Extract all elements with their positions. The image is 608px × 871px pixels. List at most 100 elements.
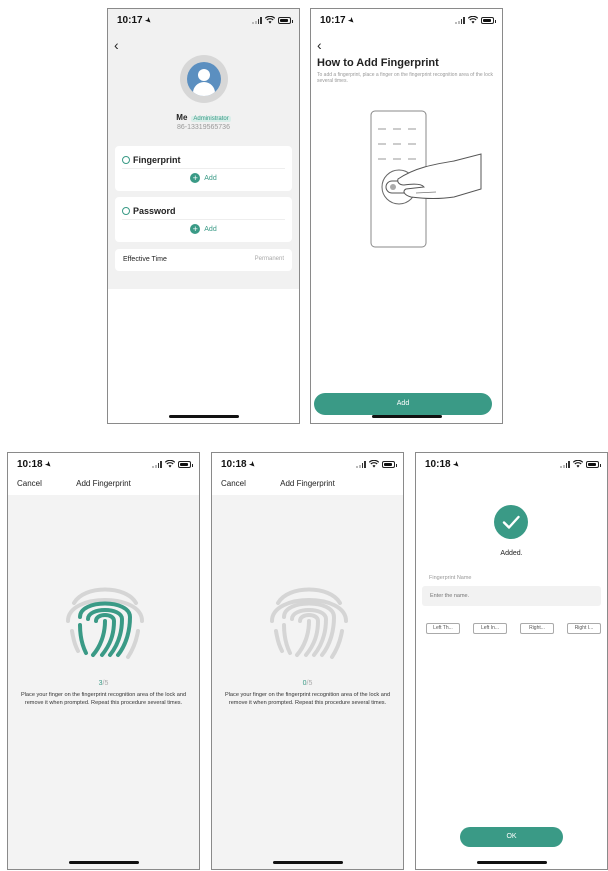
role-badge: Administrator [191,116,231,122]
plus-circle-icon: + [190,173,201,183]
status-time: 10:18➤ [425,458,462,471]
back-chevron-icon[interactable]: ‹ [114,37,119,53]
background-lower [108,289,299,423]
signal-icon [356,460,366,468]
screen-add-fingerprint-progress: 10:18➤ Cancel Add Fingerprint 3/5 Place … [7,452,200,870]
password-title-label: Password [133,206,176,216]
wifi-icon [468,16,478,24]
status-time: 10:18➤ [17,458,54,471]
signal-icon [152,460,162,468]
status-icons [356,460,397,468]
battery-icon [278,16,293,24]
instruction-text: To add a fingerprint, place a finger on … [317,72,493,84]
instruction-text: Place your finger on the fingerprint rec… [20,692,187,706]
effective-time-label: Effective Time [123,256,167,263]
nav-bar: Cancel Add Fingerprint [212,475,403,495]
chip-left-index[interactable]: Left In... [473,623,507,634]
status-time: 10:18➤ [221,458,258,471]
add-password-button[interactable]: + Add [115,224,292,234]
screen-how-to-add: 10:17➤ ‹ How to Add Fingerprint To add a… [310,8,503,424]
fingerprint-name-label: Fingerprint Name [429,575,472,581]
add-label: Add [204,174,217,182]
wifi-icon [165,460,175,468]
status-bar: 10:18➤ [416,453,607,475]
status-bar: 10:17➤ [311,9,502,31]
user-phone: 86-13319565736 [177,124,230,131]
progress-total: /5 [102,680,109,687]
status-bar: 10:18➤ [212,453,403,475]
password-card: Password + Add [115,197,292,242]
added-text: Added. [500,550,523,557]
back-chevron-icon[interactable]: ‹ [317,37,322,53]
add-button[interactable]: Add [314,393,492,415]
battery-icon [178,460,193,468]
fingerprint-icon [66,587,144,659]
wifi-icon [265,16,275,24]
avatar [180,55,228,103]
effective-time-value: Permanent [254,256,284,262]
status-bar: 10:18➤ [8,453,199,475]
lock-illustration [370,110,482,248]
add-fingerprint-button[interactable]: + Add [115,173,292,183]
plus-circle-icon: + [190,224,201,234]
progress-total: /5 [306,680,313,687]
status-bar: 10:17➤ [108,9,299,31]
battery-icon [481,16,496,24]
checkmark-icon [502,515,520,529]
location-arrow-icon: ➤ [246,458,258,471]
screen-add-fingerprint-start: 10:18➤ Cancel Add Fingerprint 0/5 Place … [211,452,404,870]
fingerprint-title: Fingerprint [122,155,181,165]
home-indicator [168,415,239,418]
chip-left-thumb[interactable]: Left Th... [426,623,460,634]
password-icon [122,207,130,215]
fingerprint-name-input[interactable] [422,586,601,606]
user-name-row: Me Administrator [108,113,299,122]
status-icons [455,16,496,24]
page-title: How to Add Fingerprint [317,57,439,69]
fingerprint-icon [270,587,348,659]
nav-title: Add Fingerprint [76,479,131,488]
status-time: 10:17➤ [117,14,154,27]
battery-icon [382,460,397,468]
progress-count: 0/5 [212,680,403,687]
fingerprint-card: Fingerprint + Add [115,146,292,191]
home-indicator [371,415,442,418]
home-indicator [68,861,139,864]
instruction-text: Place your finger on the fingerprint rec… [224,692,391,706]
fingerprint-icon [122,156,130,164]
status-time: 10:17➤ [320,14,357,27]
location-arrow-icon: ➤ [345,14,357,27]
avatar-icon [187,62,221,96]
location-arrow-icon: ➤ [142,14,154,27]
status-icons [560,460,601,468]
location-arrow-icon: ➤ [42,458,54,471]
user-name: Me [176,113,188,122]
nav-bar: Cancel Add Fingerprint [8,475,199,495]
effective-time-row[interactable]: Effective Time Permanent [115,249,292,271]
add-label: Add [204,225,217,233]
signal-icon [252,16,262,24]
divider [122,168,285,169]
progress-count: 3/5 [8,680,199,687]
signal-icon [455,16,465,24]
fingerprint-title-label: Fingerprint [133,155,181,165]
wifi-icon [369,460,379,468]
screen-user-detail: 10:17➤ ‹ Me Administrator 86-13319565736… [107,8,300,424]
chip-right[interactable]: Right... [520,623,554,634]
screen-fingerprint-added: 10:18➤ Added. Fingerprint Name Left Th..… [415,452,608,870]
password-title: Password [122,206,176,216]
status-icons [152,460,193,468]
home-indicator [476,861,547,864]
status-icons [252,16,293,24]
battery-icon [586,460,601,468]
success-badge [494,505,528,539]
chip-right-index[interactable]: Right I... [567,623,601,634]
divider [122,219,285,220]
location-arrow-icon: ➤ [450,458,462,471]
wifi-icon [573,460,583,468]
home-indicator [272,861,343,864]
ok-button[interactable]: OK [460,827,563,847]
signal-icon [560,460,570,468]
name-suggestion-chips: Left Th... Left In... Right... Right I..… [426,623,601,634]
nav-title: Add Fingerprint [280,479,335,488]
